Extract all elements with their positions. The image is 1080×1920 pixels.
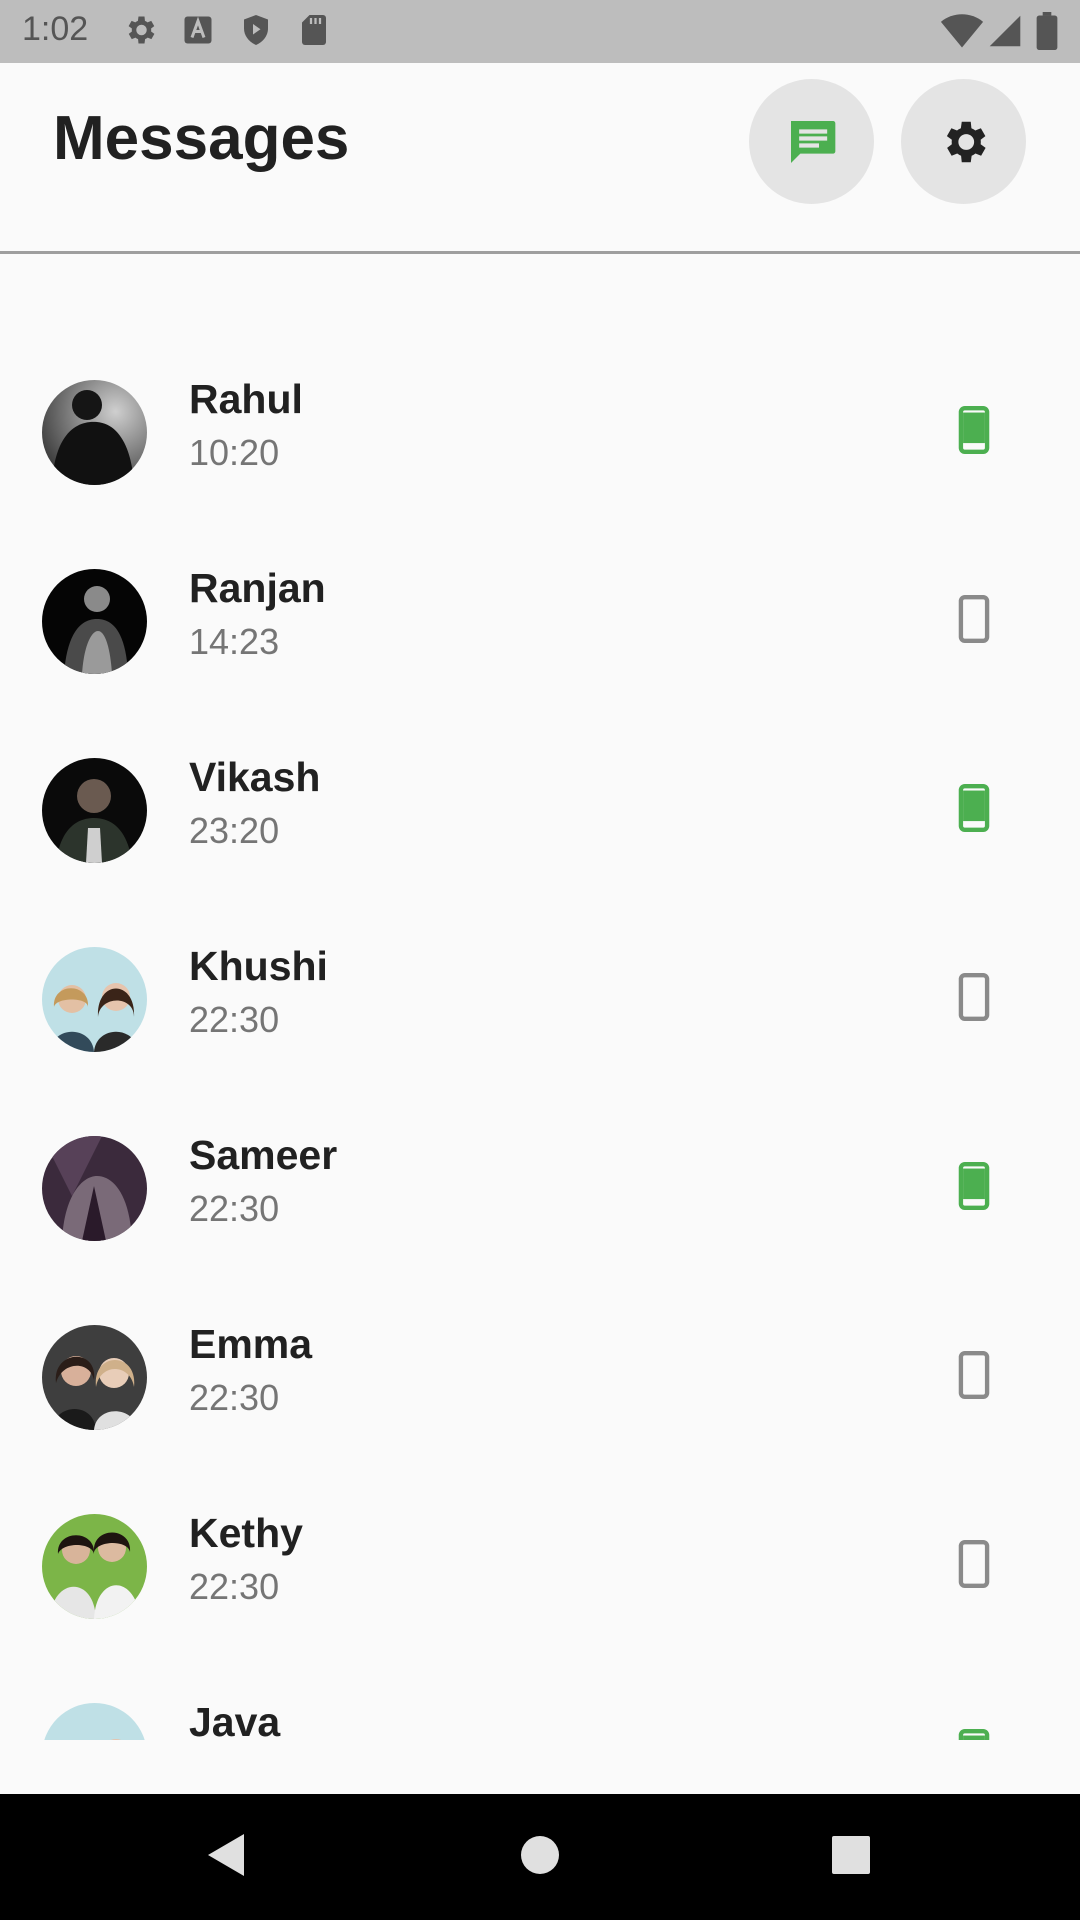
wifi-icon	[940, 14, 984, 48]
contact-name: Ranjan	[189, 565, 326, 611]
message-time: 22:30	[189, 999, 280, 1040]
contact-row-khushi[interactable]: Khushi 22:30	[0, 891, 1080, 1080]
page-title: Messages	[53, 104, 350, 173]
contact-name: Rahul	[189, 376, 303, 422]
phone-inactive-icon	[958, 1540, 990, 1588]
phone-inactive-icon	[958, 973, 990, 1021]
contact-name: Khushi	[189, 943, 328, 989]
contact-name: Java	[189, 1699, 281, 1740]
font-a-icon	[184, 16, 212, 44]
contact-row-sameer[interactable]: Sameer 22:30	[0, 1080, 1080, 1269]
phone-active-icon	[958, 406, 990, 454]
phone-inactive-icon	[958, 595, 990, 643]
contact-name: Sameer	[189, 1132, 338, 1178]
new-message-button[interactable]	[749, 79, 874, 204]
avatar	[42, 569, 147, 674]
message-time: 22:30	[189, 1377, 280, 1418]
contact-row-emma[interactable]: Emma 22:30	[0, 1269, 1080, 1458]
avatar	[42, 1703, 147, 1740]
gear-icon	[128, 16, 155, 44]
recents-icon[interactable]	[830, 1834, 872, 1876]
contact-row-vikash[interactable]: Vikash 23:20	[0, 702, 1080, 891]
contact-row-rahul[interactable]: Rahul 10:20	[0, 324, 1080, 513]
message-time: 23:20	[189, 810, 280, 851]
contact-name: Kethy	[189, 1510, 303, 1556]
message-time: 22:30	[189, 1188, 280, 1229]
avatar	[42, 380, 147, 485]
home-icon[interactable]	[519, 1834, 561, 1876]
settings-button[interactable]	[901, 79, 1026, 204]
sd-card-icon	[302, 15, 326, 45]
phone-active-icon	[958, 1162, 990, 1210]
back-icon[interactable]	[204, 1830, 250, 1880]
avatar	[42, 947, 147, 1052]
avatar	[42, 1325, 147, 1430]
avatar	[42, 758, 147, 863]
contact-row-kethy[interactable]: Kethy 22:30	[0, 1458, 1080, 1647]
status-time: 1:02	[22, 10, 89, 48]
status-bar: 1:02	[0, 0, 1080, 63]
message-time: 22:30	[189, 1566, 280, 1607]
contact-row-ranjan[interactable]: Ranjan 14:23	[0, 513, 1080, 702]
battery-icon	[1036, 12, 1058, 50]
avatar	[42, 1136, 147, 1241]
contact-list[interactable]: Rahul 10:20 Ranjan 14:23 Vikash 23:20 Kh…	[0, 254, 1080, 1740]
chat-icon	[790, 120, 835, 163]
contact-name: Vikash	[189, 754, 321, 800]
phone-active-icon	[958, 784, 990, 832]
contact-row-java[interactable]: Java	[0, 1647, 1080, 1740]
avatar	[42, 1514, 147, 1619]
message-time: 14:23	[189, 621, 280, 662]
signal-icon	[989, 15, 1021, 47]
navigation-bar	[0, 1794, 1080, 1920]
message-time: 10:20	[189, 432, 280, 473]
settings-gear-icon	[946, 121, 986, 162]
phone-active-icon	[958, 1729, 990, 1740]
contact-name: Emma	[189, 1321, 313, 1367]
phone-inactive-icon	[958, 1351, 990, 1399]
shield-play-icon	[244, 15, 268, 45]
app-header: Messages	[0, 63, 1080, 254]
